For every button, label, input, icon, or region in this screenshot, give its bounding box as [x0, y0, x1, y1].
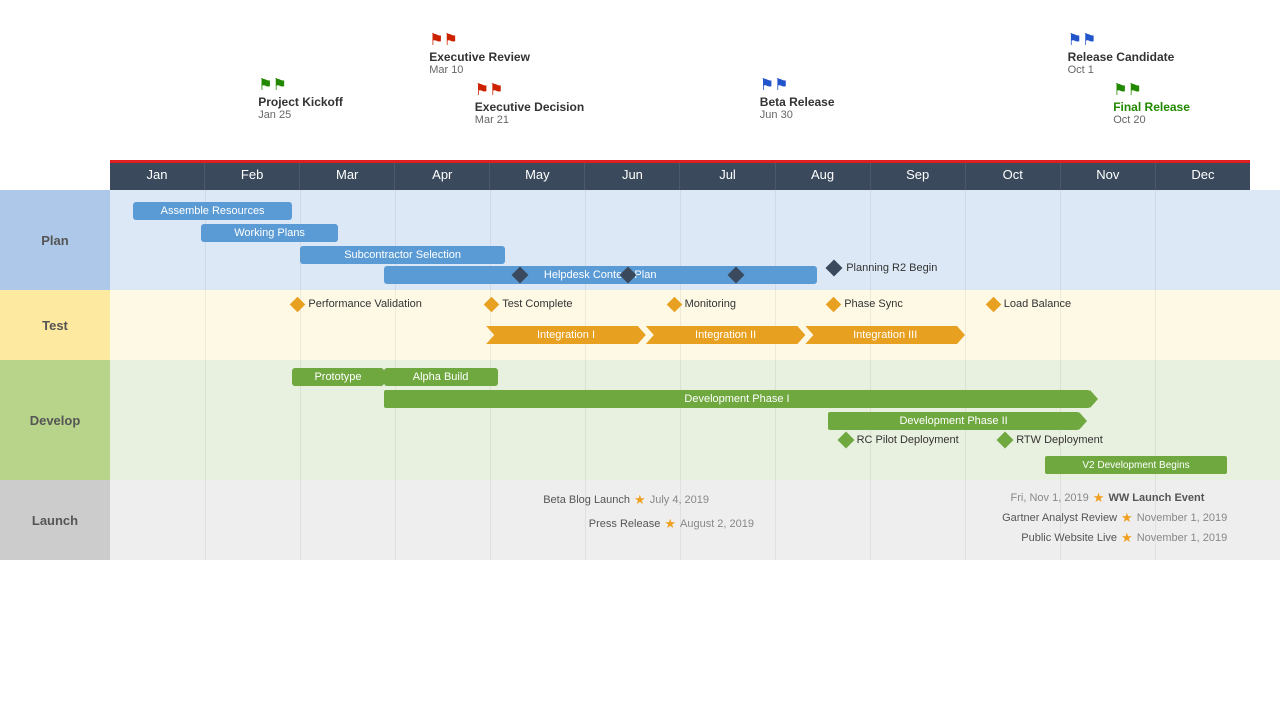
milestone-final-date: Oct 20 — [1113, 114, 1190, 126]
row-test: Test Performance Validation — [0, 290, 1280, 360]
bar-v2-dev: V2 Development Begins — [1045, 456, 1227, 474]
flag-green-icon: ⚑ — [258, 75, 272, 86]
milestone-exec-decision: ⚑ Executive Decision Mar 21 — [475, 80, 584, 126]
milestone-exec-decision-title: Executive Decision — [475, 100, 584, 114]
develop-content: Prototype Alpha Build Development Phase … — [110, 360, 1250, 480]
month-aug: Aug — [776, 160, 871, 190]
milestone-rc: ⚑ Release Candidate Oct 1 — [1068, 30, 1175, 76]
chart-container: ⚑ Project Kickoff Jan 25 ⚑ Executive Rev… — [0, 0, 1280, 720]
month-oct: Oct — [966, 160, 1061, 190]
month-dec: Dec — [1156, 160, 1250, 190]
month-jun: Jun — [585, 160, 680, 190]
test-load-balance: Load Balance — [988, 298, 1071, 310]
test-perf-validation: Performance Validation — [292, 298, 422, 310]
month-bar: Jan Feb Mar Apr May Jun Jul Aug Sep Oct … — [110, 160, 1250, 190]
launch-ww-event: Fri, Nov 1, 2019 ★ WW Launch Event — [1011, 490, 1205, 506]
plan-label: Plan — [0, 190, 110, 290]
star-ww-launch: ★ — [1093, 490, 1105, 506]
month-sep: Sep — [871, 160, 966, 190]
bar-subcontractor: Subcontractor Selection — [300, 246, 505, 264]
bar-dev-phase-1: Development Phase I — [384, 390, 1091, 408]
test-label: Test — [0, 290, 110, 360]
bar-helpdesk: Helpdesk Content Plan — [384, 266, 817, 284]
milestones-area: ⚑ Project Kickoff Jan 25 ⚑ Executive Rev… — [110, 20, 1250, 180]
milestone-exec-review-title: Executive Review — [429, 50, 530, 64]
bar-integration-3: Integration III — [805, 326, 965, 344]
launch-label: Launch — [0, 480, 110, 560]
flag-blue-beta-icon: ⚑ — [760, 75, 774, 86]
bar-alpha-build: Alpha Build — [384, 368, 498, 386]
planning-r2: Planning R2 Begin — [828, 262, 937, 274]
rc-pilot-deployment: RC Pilot Deployment — [840, 434, 959, 446]
milestone-exec-review: ⚑ Executive Review Mar 10 — [429, 30, 530, 76]
month-nov: Nov — [1061, 160, 1156, 190]
bar-integration-1: Integration I — [486, 326, 646, 344]
milestone-kickoff-title: Project Kickoff — [258, 95, 343, 109]
bar-integration-2: Integration II — [646, 326, 806, 344]
launch-beta-blog: Beta Blog Launch ★ July 4, 2019 — [543, 492, 709, 508]
plan-content: Assemble Resources Working Plans Subcont… — [110, 190, 1250, 290]
bar-prototype: Prototype — [292, 368, 383, 386]
milestone-exec-decision-date: Mar 21 — [475, 114, 584, 126]
row-develop: Develop Prototype A — [0, 360, 1280, 480]
bar-assemble-resources: Assemble Resources — [133, 202, 293, 220]
milestone-rc-title: Release Candidate — [1068, 50, 1175, 64]
test-phase-sync: Phase Sync — [828, 298, 903, 310]
milestone-rc-date: Oct 1 — [1068, 64, 1175, 76]
bar-working-plans: Working Plans — [201, 224, 338, 242]
month-may: May — [490, 160, 585, 190]
launch-gartner: Gartner Analyst Review ★ November 1, 201… — [1002, 510, 1227, 526]
flag-red-exec-decision-icon: ⚑ — [475, 80, 489, 91]
milestone-final: ⚑ Final Release Oct 20 — [1113, 80, 1190, 126]
test-monitoring: Monitoring — [669, 298, 736, 310]
row-launch: Launch Beta Blog Launch ★ July 4, 20 — [0, 480, 1280, 560]
launch-press-release: Press Release ★ August 2, 2019 — [589, 516, 754, 532]
milestone-beta-title: Beta Release — [760, 95, 835, 109]
flag-green-final-icon: ⚑ — [1113, 80, 1127, 91]
star-press-release: ★ — [664, 516, 676, 532]
row-plan: Plan Assemble Resources — [0, 190, 1280, 290]
flag-red-exec-review-icon: ⚑ — [429, 30, 443, 41]
milestone-final-title: Final Release — [1113, 100, 1190, 114]
month-feb: Feb — [205, 160, 300, 190]
milestone-kickoff: ⚑ Project Kickoff Jan 25 — [258, 75, 343, 121]
month-apr: Apr — [395, 160, 490, 190]
star-gartner: ★ — [1121, 510, 1133, 526]
rtw-deployment: RTW Deployment — [999, 434, 1103, 446]
test-content: Performance Validation Test Complete Mon… — [110, 290, 1250, 360]
month-jan: Jan — [110, 160, 205, 190]
milestone-beta-date: Jun 30 — [760, 109, 835, 121]
gantt-rows: Plan Assemble Resources — [0, 190, 1280, 720]
milestone-beta: ⚑ Beta Release Jun 30 — [760, 75, 835, 121]
bar-dev-phase-2: Development Phase II — [828, 412, 1079, 430]
milestone-exec-review-date: Mar 10 — [429, 64, 530, 76]
develop-label: Develop — [0, 360, 110, 480]
launch-website-live: Public Website Live ★ November 1, 2019 — [1021, 530, 1227, 546]
test-complete: Test Complete — [486, 298, 572, 310]
star-website-live: ★ — [1121, 530, 1133, 546]
flag-blue-rc-icon: ⚑ — [1068, 30, 1082, 41]
month-mar: Mar — [300, 160, 395, 190]
star-beta-blog: ★ — [634, 492, 646, 508]
milestone-kickoff-date: Jan 25 — [258, 109, 343, 121]
launch-content: Beta Blog Launch ★ July 4, 2019 Press Re… — [110, 480, 1250, 560]
month-jul: Jul — [680, 160, 775, 190]
